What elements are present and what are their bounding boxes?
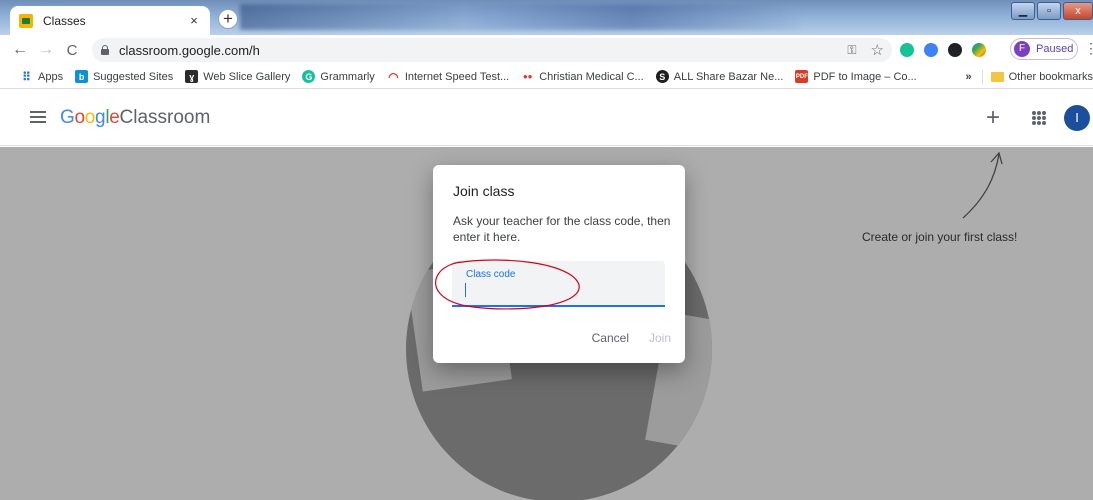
profile-status: Paused — [1036, 43, 1074, 55]
bookmark-star-icon[interactable]: ☆ — [871, 41, 884, 59]
bookmark-apps[interactable]: ⠿ Apps — [20, 69, 63, 84]
other-bookmarks[interactable]: Other bookmarks — [1009, 71, 1093, 83]
extension-4-icon[interactable] — [972, 43, 986, 57]
classroom-wordmark: Classroom — [119, 107, 211, 128]
apps-grid-icon: ⠿ — [22, 69, 31, 84]
speedometer-icon: ◠ — [388, 69, 399, 84]
dialog-description: Ask your teacher for the class code, the… — [453, 214, 671, 244]
maximize-button[interactable]: ▫ — [1037, 2, 1061, 20]
create-join-class-button[interactable]: + — [986, 104, 1000, 132]
bookmark-suggested-sites[interactable]: b Suggested Sites — [75, 70, 173, 83]
google-wordmark: Google — [60, 107, 120, 128]
browser-toolbar: ← → C classroom.google.com/h ⚿ ☆ — [0, 35, 1093, 65]
cancel-button[interactable]: Cancel — [592, 331, 629, 345]
dialog-actions: Cancel Join — [592, 331, 671, 345]
dialog-title: Join class — [453, 183, 515, 199]
bookmarks-right: » Other bookmarks — [966, 65, 1093, 89]
bookmark-pdf-to-image[interactable]: PDF PDF to Image – Co... — [795, 70, 917, 83]
bookmark-speed-test[interactable]: ◠ Internet Speed Test... — [387, 69, 509, 84]
tab-classes[interactable]: Classes × — [10, 6, 210, 35]
web-slice-icon: ɣ — [185, 70, 199, 83]
password-key-icon[interactable]: ⚿ — [847, 43, 856, 58]
browser-menu-icon[interactable]: ⋮ — [1084, 40, 1093, 57]
forward-arrow-icon[interactable]: → — [36, 41, 56, 59]
app-logo[interactable]: GoogleClassroom — [60, 107, 210, 129]
dots-icon: ●● — [522, 72, 533, 81]
bing-icon: b — [75, 70, 89, 83]
classroom-favicon-icon — [19, 13, 33, 28]
tab-title: Classes — [43, 13, 86, 28]
folder-icon — [990, 72, 1004, 82]
grammarly-extension-icon[interactable] — [900, 43, 914, 57]
window-controls: ▁ ▫ x — [1011, 2, 1093, 20]
account-avatar[interactable]: I — [1064, 105, 1090, 131]
bookmarks-divider — [981, 70, 983, 84]
share-icon: S — [655, 70, 669, 83]
tab-close-icon[interactable]: × — [186, 13, 202, 28]
bookmark-grammarly[interactable]: G Grammarly — [302, 70, 375, 83]
lock-icon — [100, 45, 110, 55]
app-header: GoogleClassroom + I — [0, 90, 1093, 146]
url-text[interactable]: classroom.google.com/h — [119, 43, 847, 58]
profile-button[interactable]: F Paused — [1010, 38, 1078, 60]
extension-2-icon[interactable] — [924, 43, 938, 57]
google-apps-icon[interactable] — [1032, 111, 1046, 125]
bookmark-web-slice-gallery[interactable]: ɣ Web Slice Gallery — [185, 70, 290, 83]
reload-icon[interactable]: C — [62, 42, 82, 59]
tab-strip: Classes × + ▁ ▫ x — [0, 0, 1093, 35]
bookmark-christian-medical[interactable]: ●● Christian Medical C... — [521, 70, 644, 83]
back-arrow-icon[interactable]: ← — [10, 41, 30, 59]
new-tab-button[interactable]: + — [218, 9, 238, 29]
address-bar[interactable]: classroom.google.com/h ⚿ ☆ — [92, 38, 892, 62]
join-button[interactable]: Join — [649, 331, 671, 345]
minimize-button[interactable]: ▁ — [1011, 2, 1035, 20]
pdf-icon: PDF — [795, 70, 809, 83]
annotation-circle — [434, 259, 580, 310]
window-close-button[interactable]: x — [1063, 2, 1093, 20]
window-background — [240, 4, 800, 30]
bookmarks-overflow-button[interactable]: » — [966, 71, 972, 83]
bookmarks-bar: ⠿ Apps b Suggested Sites ɣ Web Slice Galler… — [0, 65, 1093, 89]
grammarly-icon: G — [302, 70, 316, 83]
main-menu-icon[interactable] — [30, 111, 46, 123]
profile-avatar: F — [1014, 41, 1030, 57]
bookmark-share-bazar[interactable]: S ALL Share Bazar Ne... — [655, 70, 783, 83]
extension-3-icon[interactable] — [948, 43, 962, 57]
join-class-dialog: Join class Ask your teacher for the clas… — [433, 165, 685, 363]
